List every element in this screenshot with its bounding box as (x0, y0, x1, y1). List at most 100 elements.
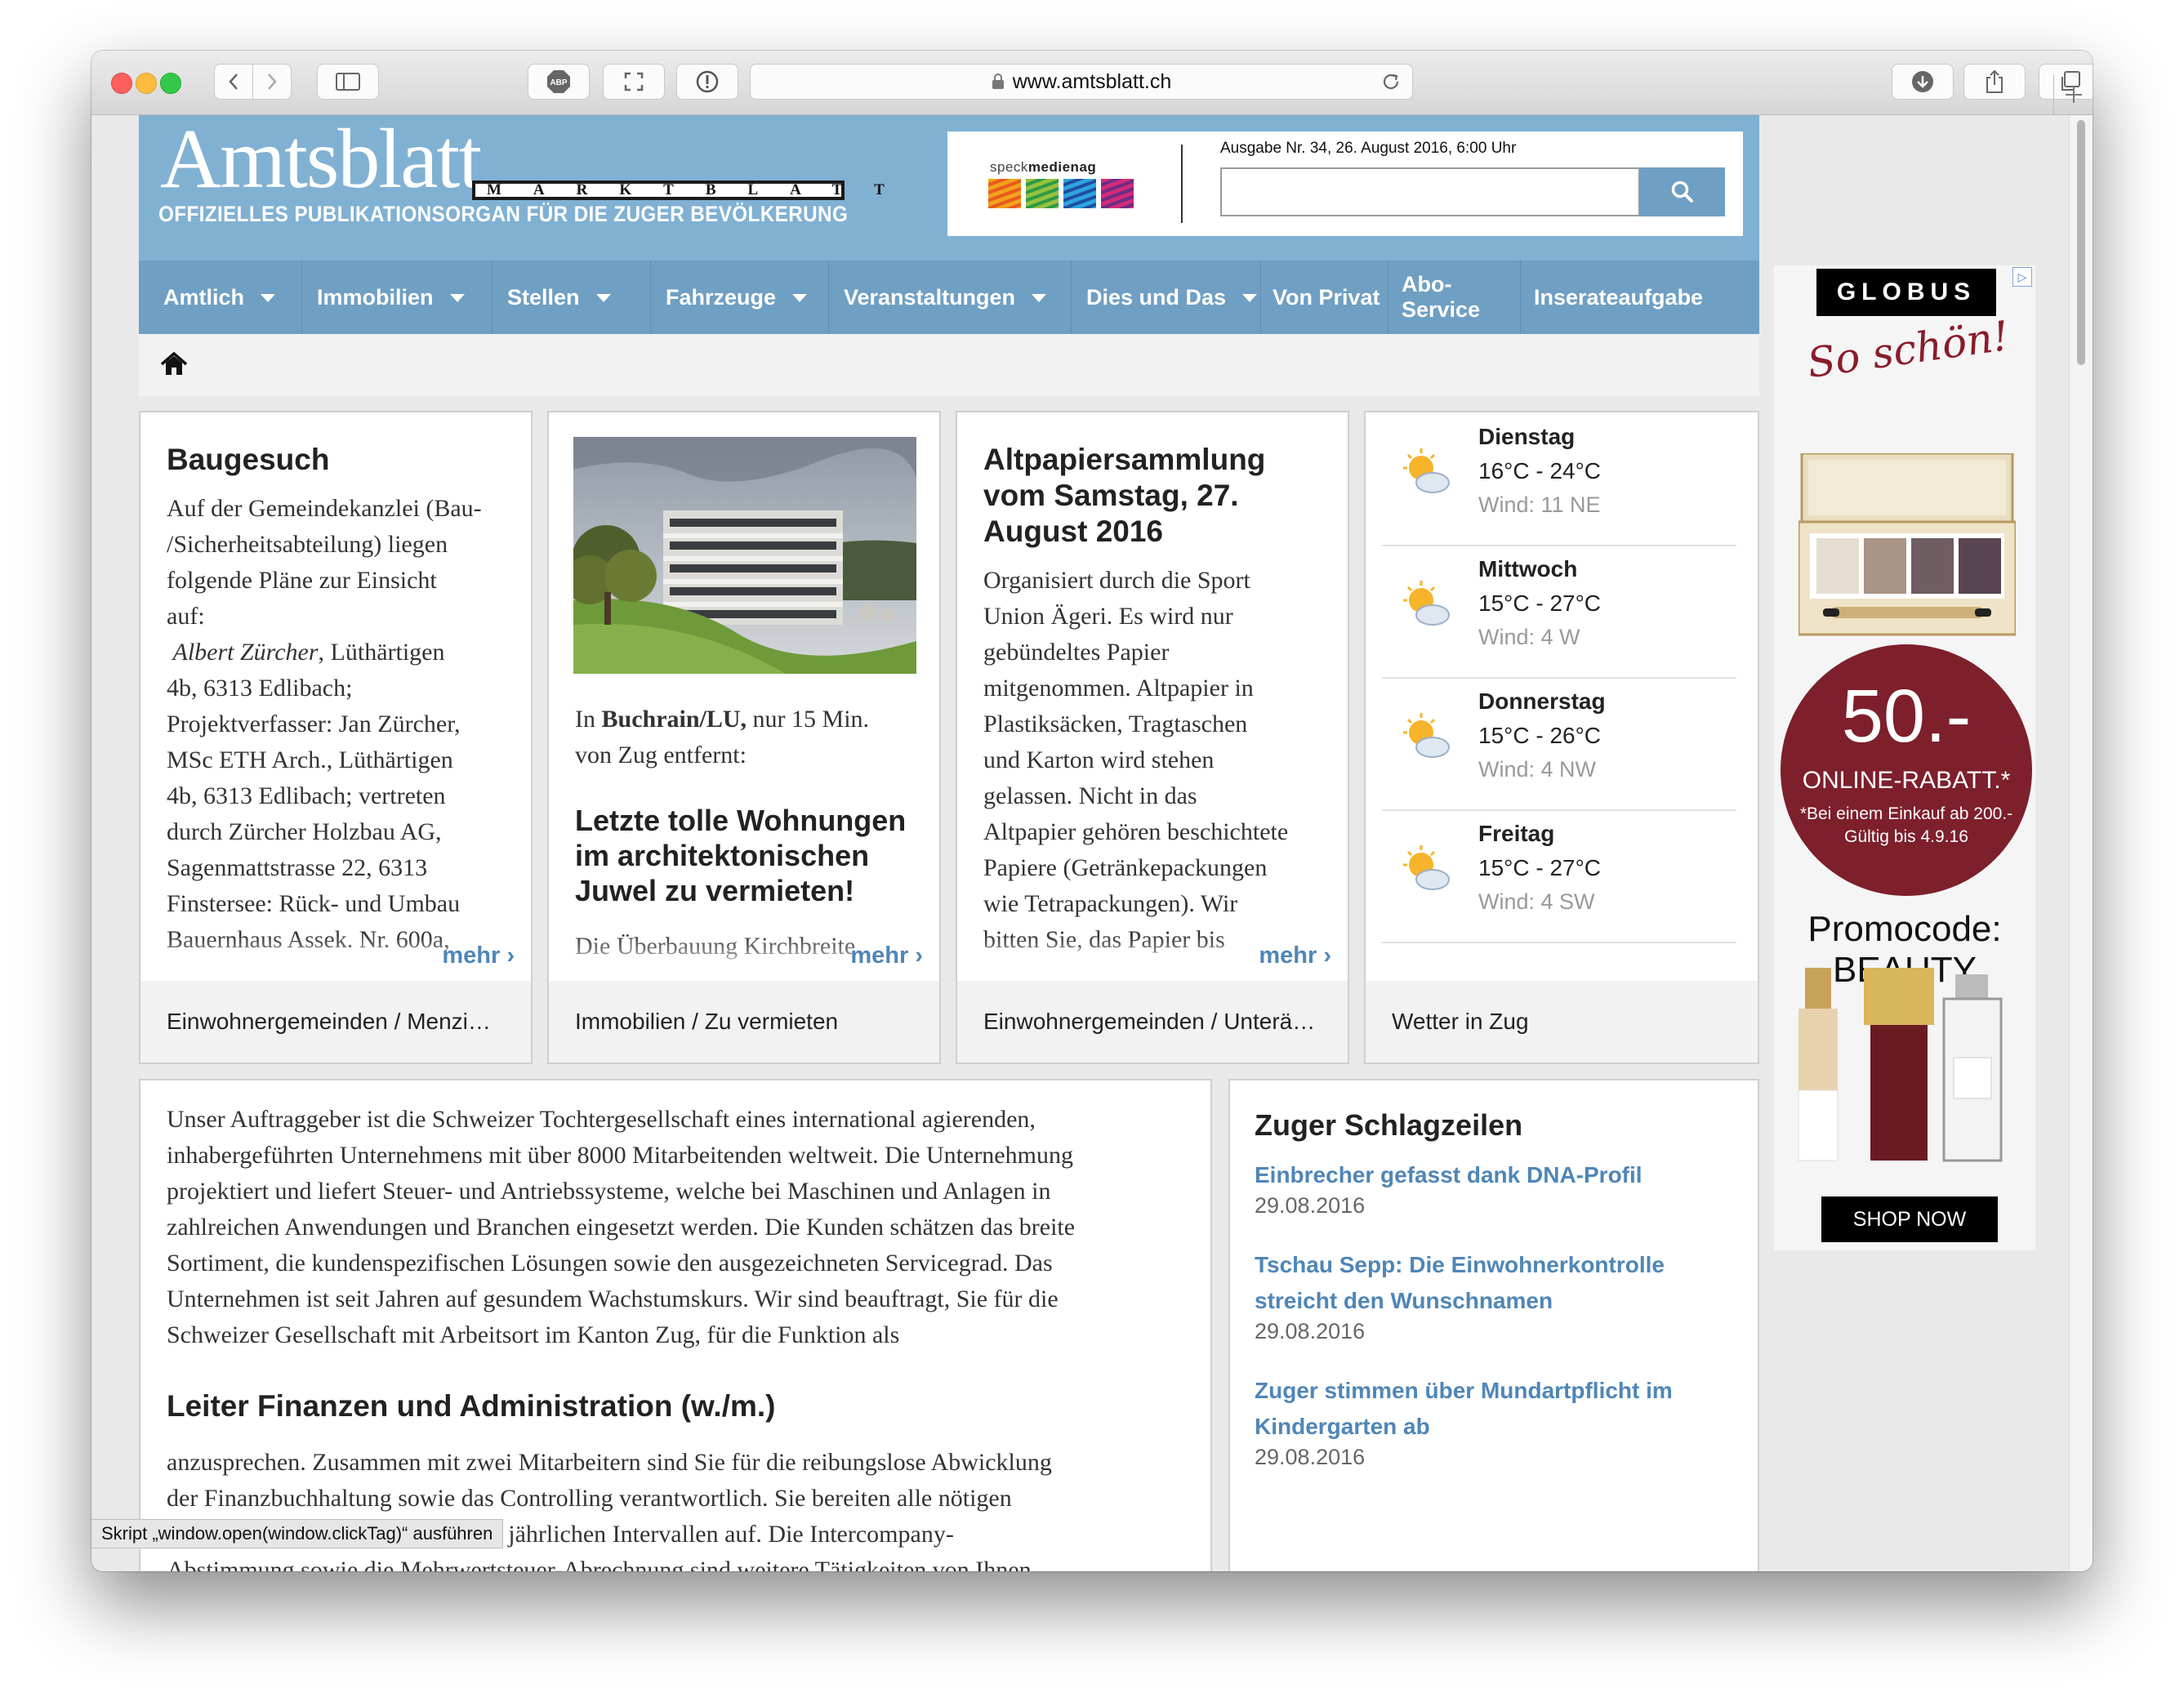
swatch-magenta (1101, 179, 1134, 208)
nav-inserateaufgabe[interactable]: Inserateaufgabe (1521, 261, 1759, 334)
card-footer[interactable]: Einwohnergemeinden / Menzingen (140, 981, 531, 1063)
header-info-box: speckmedienag Ausgabe Nr. 34, 26. August… (947, 131, 1743, 236)
marktblatt-label: MARKTBLATT (472, 180, 885, 200)
weather-day: Dienstag (1478, 424, 1576, 449)
back-button[interactable] (214, 64, 253, 100)
chevron-down-icon (595, 294, 611, 302)
headline-date: 29.08.2016 (1255, 1445, 1366, 1469)
nav-stellen[interactable]: Stellen (493, 261, 651, 334)
intro-text: In Buchrain/LU, nur 15 Min. von Zug entf… (575, 706, 870, 769)
url-text: www.amtsblatt.ch (1012, 69, 1172, 93)
nav-amtlich[interactable]: Amtlich (139, 261, 302, 334)
share-button[interactable] (1963, 64, 2026, 100)
headline-item[interactable]: Tschau Sepp: Die Einwohnerkontrolle stre… (1255, 1247, 1665, 1344)
new-tab-button[interactable] (2053, 75, 2093, 114)
scrollbar[interactable] (2069, 115, 2093, 1571)
adblock-button[interactable]: ABP (528, 64, 590, 100)
scrollbar-thumb[interactable] (2077, 120, 2085, 365)
reload-icon[interactable] (1381, 72, 1401, 91)
search-button[interactable] (1640, 167, 1725, 216)
downloads-button[interactable] (1892, 64, 1954, 100)
weather-row: Dienstag 16°C - 24°C Wind: 11 NE (1382, 412, 1736, 546)
adblock-icon: ABP (547, 70, 570, 93)
home-icon[interactable] (160, 352, 188, 376)
sidebar-button[interactable] (317, 64, 379, 100)
nav-immobilien[interactable]: Immobilien (302, 261, 493, 334)
sponsor-swatches (988, 179, 1145, 208)
forward-button[interactable] (252, 64, 292, 100)
close-window-button[interactable] (111, 73, 132, 94)
headline-date: 29.08.2016 (1255, 1319, 1366, 1343)
partly-cloudy-icon (1403, 448, 1450, 493)
page-viewport: Amtsblatt MARKTBLATT OFFIZIELLES PUBLIKA… (91, 115, 2093, 1571)
adchoices-icon[interactable]: ▷ (2012, 267, 2032, 287)
building-photo[interactable] (573, 437, 916, 674)
discount-label: ONLINE-RABATT.* (1802, 767, 2011, 794)
weather-day: Freitag (1478, 821, 1555, 846)
nav-von-privat[interactable]: Von Privat (1261, 261, 1388, 334)
globus-logo[interactable]: GLOBUS (1816, 269, 1996, 316)
weather-temp: 15°C - 26°C (1478, 723, 1602, 748)
building-image (573, 437, 916, 674)
discount-badge: 50.- ONLINE-RABATT.* *Bei einem Einkauf … (1781, 644, 2032, 896)
nav-veranstaltungen[interactable]: Veranstaltungen (829, 261, 1072, 334)
nav-abo-service[interactable]: Abo-Service (1388, 261, 1521, 334)
partly-cloudy-icon (1403, 581, 1450, 626)
card-title[interactable]: Altpapiersammlung vom Samstag, 27. Augus… (983, 442, 1265, 550)
globus-ad[interactable]: GLOBUS ▷ So schön! 50.- ONLINE-RABATT.* (1774, 265, 2035, 1250)
main-nav: Amtlich Immobilien Stellen Fahrzeuge Ver… (139, 261, 1759, 334)
sidebar-icon (336, 73, 360, 91)
zoom-window-button[interactable] (160, 73, 181, 94)
shop-now-button[interactable]: SHOP NOW (1821, 1196, 1998, 1242)
card-footer[interactable]: Wetter in Zug (1366, 981, 1758, 1063)
lock-icon (992, 74, 1004, 89)
weather-temp: 15°C - 27°C (1478, 855, 1602, 880)
speck-medien-logo[interactable]: speckmedienag (988, 159, 1145, 208)
resize-icon (624, 72, 644, 91)
eyeshadow-palette-image (1798, 453, 2016, 636)
resize-button[interactable] (603, 64, 665, 100)
search-input[interactable] (1220, 167, 1640, 216)
partly-cloudy-icon (1403, 713, 1450, 758)
discount-amount: 50.- (1841, 675, 1972, 758)
weather-row: Freitag 15°C - 27°C Wind: 4 SW (1382, 809, 1736, 943)
more-link[interactable]: mehr › (442, 942, 515, 969)
weather-row: Donnerstag 15°C - 26°C Wind: 4 NW (1382, 677, 1736, 811)
cosmetics-products-image (1798, 968, 2003, 1162)
nav-dies-und-das[interactable]: Dies und Das (1072, 261, 1261, 334)
share-icon (1986, 69, 2003, 93)
card-footer[interactable]: Einwohnergemeinden / Unterägeri (957, 981, 1348, 1063)
weather-row: Mittwoch 15°C - 27°C Wind: 4 W (1382, 545, 1736, 679)
card-text: Auf der Gemeindekanzlei (Bau- /Sicherhei… (167, 495, 482, 953)
weather-wind: Wind: 11 NE (1478, 492, 1601, 517)
card-footer[interactable]: Immobilien / Zu vermieten (549, 981, 939, 1063)
info-icon (696, 70, 719, 93)
ad-slogan: So schön! (1804, 311, 2012, 388)
schlagzeilen-box: Zuger Schlagzeilen Einbrecher gefasst da… (1228, 1079, 1759, 1571)
minimize-window-button[interactable] (136, 73, 157, 94)
headline-item[interactable]: Zuger stimmen über Mundartpflicht im Kin… (1255, 1373, 1673, 1470)
card-headline[interactable]: Letzte tolle Wohnungen im architektonisc… (575, 803, 906, 908)
browser-toolbar: ABP www.amtsblatt.ch (91, 51, 2093, 115)
more-link[interactable]: mehr › (850, 942, 923, 969)
forward-icon (268, 74, 277, 90)
headline-item[interactable]: Einbrecher gefasst dank DNA-Profil 29.08… (1255, 1157, 1642, 1219)
weather-day: Mittwoch (1478, 556, 1578, 581)
info-button[interactable] (676, 64, 738, 100)
address-bar[interactable]: www.amtsblatt.ch (750, 64, 1413, 100)
chevron-down-icon (449, 294, 465, 302)
headline-date: 29.08.2016 (1255, 1193, 1366, 1218)
card-title[interactable]: Baugesuch (167, 442, 329, 478)
chevron-right-icon: › (915, 942, 923, 969)
swatch-blue (1063, 179, 1096, 208)
job-heading: Leiter Finanzen und Administration (w./m… (167, 1389, 776, 1423)
download-icon (1912, 71, 1933, 92)
card-altpapier: Altpapiersammlung vom Samstag, 27. Augus… (956, 411, 1349, 1064)
chevron-down-icon (792, 294, 808, 302)
more-link[interactable]: mehr › (1259, 942, 1331, 969)
chevron-down-icon (261, 294, 276, 302)
site-logo[interactable]: Amtsblatt (160, 115, 482, 207)
nav-fahrzeuge[interactable]: Fahrzeuge (651, 261, 829, 334)
swatch-orange (988, 179, 1021, 208)
issue-info: Ausgabe Nr. 34, 26. August 2016, 6:00 Uh… (1220, 140, 1517, 157)
